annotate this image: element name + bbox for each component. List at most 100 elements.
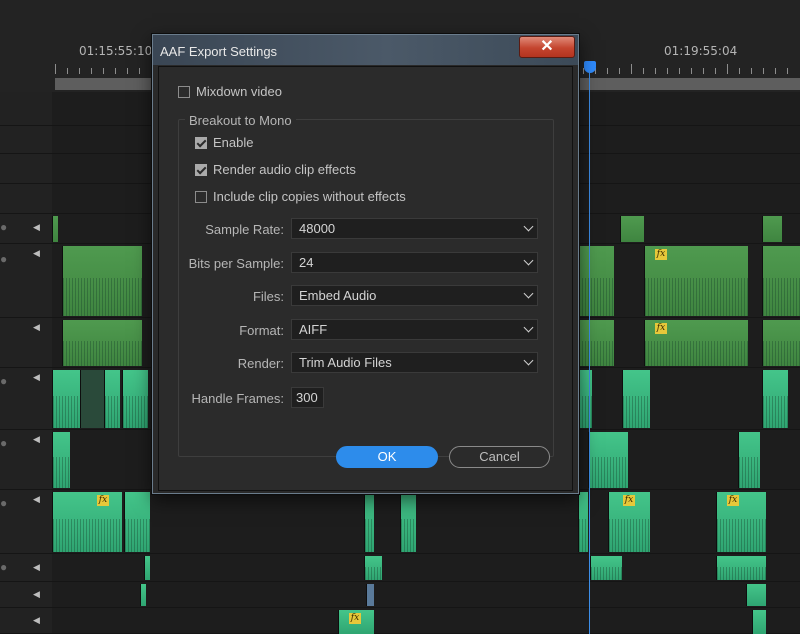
include-clip-copies-label: Include clip copies without effects — [213, 189, 406, 204]
timecode-right: 01:19:55:04 — [664, 44, 738, 58]
audio-clip[interactable] — [752, 610, 766, 634]
video-clip[interactable] — [52, 216, 58, 242]
ruler-tick — [607, 68, 608, 74]
mic-icon[interactable]: ● — [0, 220, 7, 234]
mic-icon[interactable]: ● — [0, 436, 7, 450]
playhead-line — [589, 70, 590, 634]
fx-badge: fx — [97, 495, 109, 506]
collapse-arrow-icon[interactable]: ◀ — [33, 562, 40, 573]
collapse-arrow-icon[interactable]: ◀ — [33, 372, 40, 383]
audio-clip[interactable] — [122, 370, 148, 428]
audio-clip[interactable]: fx — [52, 492, 122, 552]
ruler-tick — [775, 68, 776, 74]
ok-button[interactable]: OK — [336, 446, 438, 468]
video-clip[interactable] — [762, 216, 782, 242]
audio-clip[interactable] — [578, 492, 588, 552]
mic-icon[interactable]: ● — [0, 496, 7, 510]
video-clip[interactable] — [578, 320, 614, 366]
dialog-titlebar[interactable]: AAF Export Settings ✕ — [153, 35, 578, 65]
video-clip[interactable] — [762, 246, 800, 316]
ruler-tick — [643, 68, 644, 74]
include-clip-copies-checkbox[interactable]: Include clip copies without effects — [195, 189, 406, 204]
checkbox-box[interactable] — [178, 85, 190, 98]
fx-badge: fx — [623, 495, 635, 506]
ruler-tick — [739, 68, 740, 74]
ruler-tick — [103, 68, 104, 74]
video-clip[interactable] — [62, 320, 142, 366]
audio-clip[interactable] — [104, 370, 120, 428]
breakout-to-mono-label: Breakout to Mono — [185, 113, 296, 128]
collapse-arrow-icon[interactable]: ◀ — [33, 589, 40, 600]
collapse-arrow-icon[interactable]: ◀ — [33, 434, 40, 445]
enable-checkbox[interactable]: Enable — [195, 135, 253, 150]
mic-icon[interactable]: ● — [0, 560, 7, 574]
chevron-down-icon — [523, 355, 534, 366]
audio-clip[interactable] — [738, 432, 760, 488]
fx-badge: fx — [349, 613, 361, 624]
audio-clip[interactable] — [52, 370, 80, 428]
handle-frames-input[interactable]: 300 — [291, 387, 324, 408]
close-button[interactable]: ✕ — [519, 36, 575, 58]
video-clip[interactable] — [762, 320, 800, 366]
audio-clip[interactable] — [622, 370, 650, 428]
files-select[interactable]: Embed Audio — [291, 285, 538, 306]
audio-clip[interactable] — [364, 556, 382, 580]
video-clip[interactable] — [62, 246, 142, 316]
video-clip[interactable]: fx — [644, 246, 748, 316]
checkbox-box[interactable] — [195, 136, 207, 149]
audio-clip[interactable] — [364, 492, 374, 552]
sample-rate-value: 48000 — [299, 221, 336, 236]
chevron-down-icon — [523, 288, 534, 299]
format-select[interactable]: AIFF — [291, 319, 538, 340]
audio-clip[interactable] — [52, 432, 70, 488]
video-clip[interactable] — [578, 246, 614, 316]
track-row: ◀ ● — [0, 554, 800, 582]
audio-clip[interactable] — [746, 584, 766, 606]
collapse-arrow-icon[interactable]: ◀ — [33, 494, 40, 505]
collapse-arrow-icon[interactable]: ◀ — [33, 322, 40, 333]
playhead-handle[interactable] — [584, 61, 596, 73]
audio-clip[interactable] — [762, 370, 788, 428]
audio-clip[interactable]: fx — [338, 610, 374, 634]
mixdown-video-checkbox[interactable]: Mixdown video — [178, 84, 282, 99]
audio-clip[interactable]: fx — [716, 492, 766, 552]
mic-icon[interactable]: ● — [0, 374, 7, 388]
collapse-arrow-icon[interactable]: ◀ — [33, 248, 40, 259]
render-select[interactable]: Trim Audio Files — [291, 352, 538, 373]
ruler-tick — [667, 68, 668, 74]
timecode-left: 01:15:55:10 — [79, 44, 153, 58]
video-clip[interactable]: fx — [644, 320, 748, 366]
audio-clip[interactable] — [80, 370, 104, 428]
ruler-tick — [703, 68, 704, 74]
audio-clip[interactable]: fx — [608, 492, 650, 552]
ruler-tick — [631, 64, 632, 74]
collapse-arrow-icon[interactable]: ◀ — [33, 222, 40, 233]
sample-rate-select[interactable]: 48000 — [291, 218, 538, 239]
audio-clip[interactable] — [400, 492, 416, 552]
audio-clip[interactable] — [140, 584, 146, 606]
audio-clip[interactable] — [588, 432, 628, 488]
ruler-tick — [127, 68, 128, 74]
audio-clip[interactable] — [366, 584, 374, 606]
render-audio-clip-effects-checkbox[interactable]: Render audio clip effects — [195, 162, 356, 177]
handle-frames-label: Handle Frames: — [191, 391, 284, 406]
dialog-content: Mixdown video Breakout to Mono Enable Re… — [158, 66, 573, 491]
track-row: ◀ — [0, 608, 800, 634]
checkbox-box[interactable] — [195, 190, 207, 203]
ruler-tick — [619, 68, 620, 74]
audio-clip[interactable] — [590, 556, 622, 580]
audio-clip[interactable] — [124, 492, 150, 552]
bits-per-sample-select[interactable]: 24 — [291, 252, 538, 273]
audio-clip[interactable] — [144, 556, 150, 580]
mic-icon[interactable]: ● — [0, 252, 7, 266]
sample-rate-label: Sample Rate: — [205, 222, 284, 237]
chevron-down-icon — [523, 322, 534, 333]
format-value: AIFF — [299, 322, 328, 337]
files-label: Files: — [252, 289, 284, 304]
checkbox-box[interactable] — [195, 163, 207, 176]
collapse-arrow-icon[interactable]: ◀ — [33, 615, 40, 626]
audio-clip[interactable] — [716, 556, 766, 580]
cancel-button[interactable]: Cancel — [449, 446, 550, 468]
chevron-down-icon — [523, 221, 534, 232]
video-clip[interactable] — [620, 216, 644, 242]
